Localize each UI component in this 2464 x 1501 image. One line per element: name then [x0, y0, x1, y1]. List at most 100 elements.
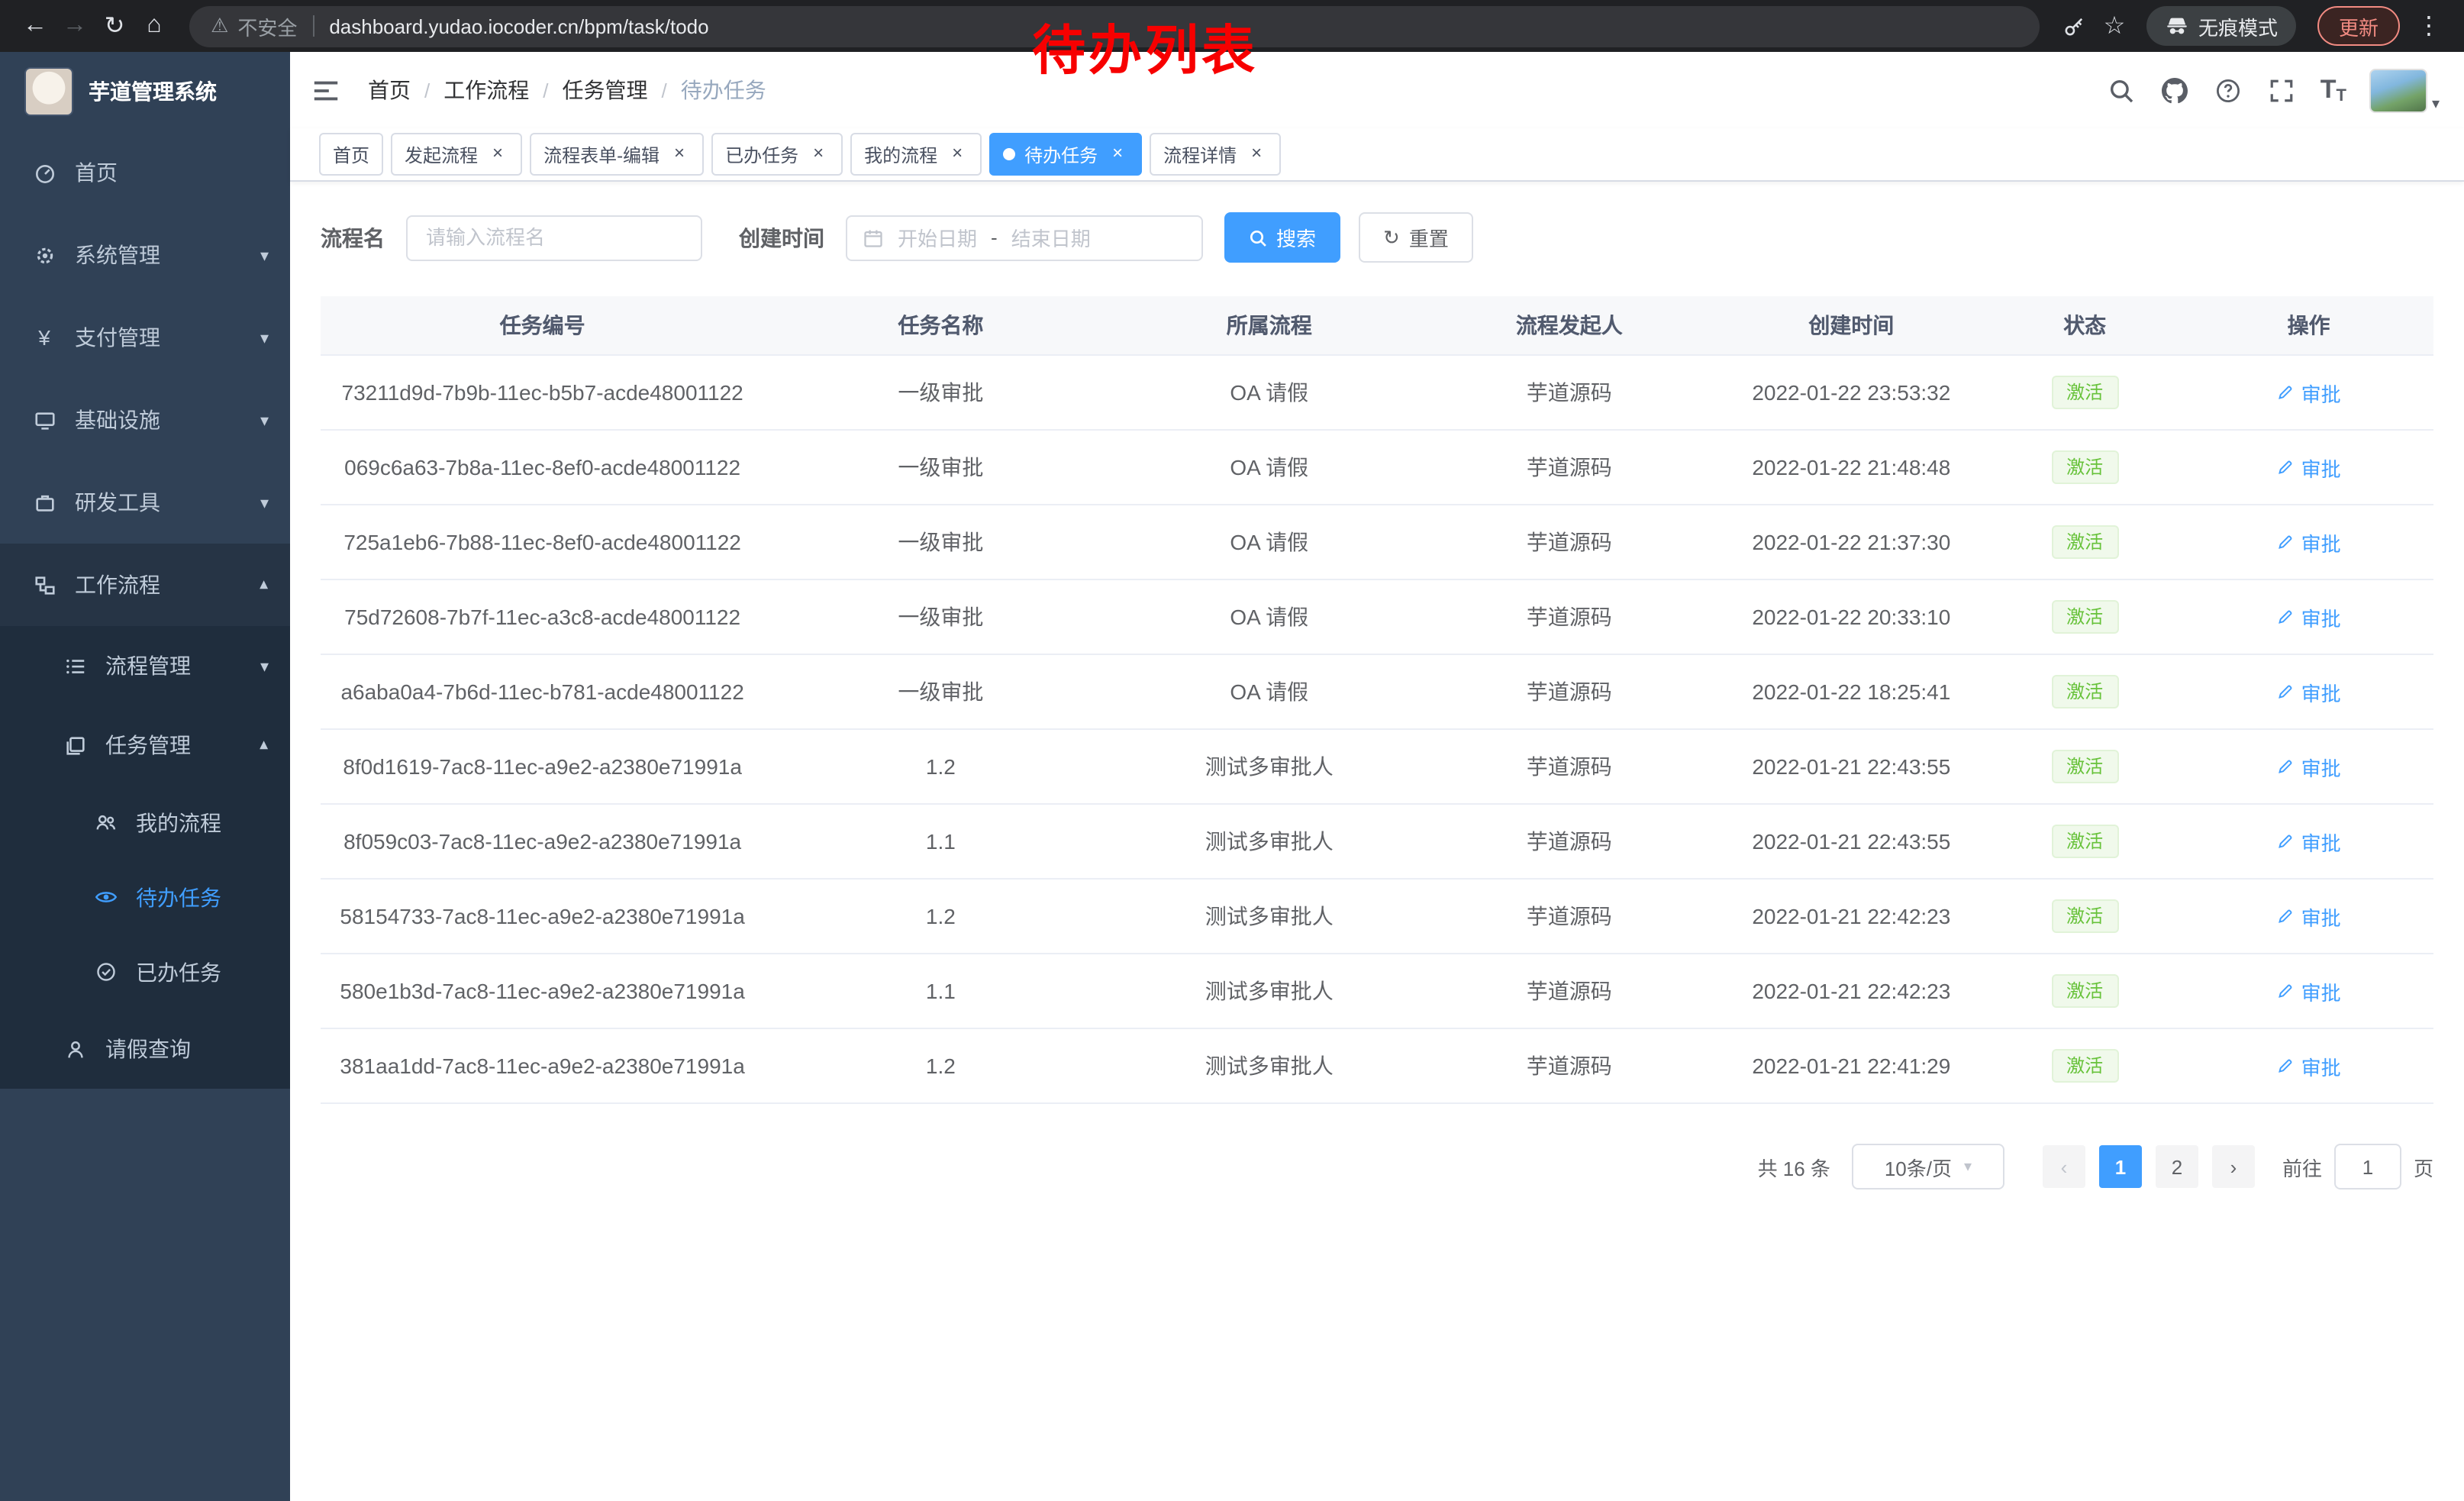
sidebar-item-workflow[interactable]: 工作流程 ▾: [0, 544, 290, 626]
sidebar-item-devtools[interactable]: 研发工具 ▾: [0, 461, 290, 544]
process-name-label: 流程名: [321, 222, 385, 253]
sidebar-item-system[interactable]: 系统管理 ▾: [0, 214, 290, 296]
fullscreen-icon[interactable]: [2267, 75, 2298, 105]
approve-button[interactable]: 审批: [2277, 453, 2341, 482]
prev-page-button[interactable]: ‹: [2043, 1145, 2085, 1188]
cell-task-id: 8f0d1619-7ac8-11ec-a9e2-a2380e71991a: [321, 754, 764, 779]
approve-button[interactable]: 审批: [2277, 378, 2341, 407]
cell-status: 激活: [1985, 675, 2184, 709]
cell-status: 激活: [1985, 1049, 2184, 1083]
cell-task-id: 75d72608-7b7f-11ec-a3c8-acde48001122: [321, 605, 764, 629]
sidebar-item-process-mgmt[interactable]: 流程管理 ▾: [0, 626, 290, 705]
edit-icon: [2277, 907, 2295, 925]
goto-page-input[interactable]: [2334, 1144, 2401, 1190]
search-button[interactable]: 搜索: [1224, 212, 1340, 263]
cell-task-id: 580e1b3d-7ac8-11ec-a9e2-a2380e71991a: [321, 979, 764, 1003]
browser-menu-icon[interactable]: ⋮: [2409, 6, 2449, 46]
tab-home[interactable]: 首页: [319, 133, 383, 176]
cell-initiator: 芋道源码: [1421, 676, 1717, 707]
search-icon[interactable]: [2107, 75, 2137, 105]
pagination: 共 16 条 10条/页 ▾ ‹ 1 2 › 前往 页: [321, 1144, 2433, 1190]
cell-process: 测试多审批人: [1118, 1051, 1422, 1081]
table-row: 381aa1dd-7ac8-11ec-a9e2-a2380e71991a 1.2…: [321, 1029, 2433, 1104]
reload-icon[interactable]: ↻: [95, 6, 134, 46]
approve-button[interactable]: 审批: [2277, 528, 2341, 557]
sidebar-item-label: 任务管理: [105, 730, 191, 760]
forward-icon[interactable]: →: [55, 6, 95, 46]
breadcrumb-item[interactable]: 任务管理: [563, 75, 648, 105]
next-page-button[interactable]: ›: [2212, 1145, 2255, 1188]
process-name-input[interactable]: [406, 215, 702, 260]
page-2-button[interactable]: 2: [2156, 1145, 2198, 1188]
sidebar-collapse-icon[interactable]: [290, 76, 353, 105]
cell-task-name: 一级审批: [764, 602, 1117, 632]
approve-button[interactable]: 审批: [2277, 902, 2341, 931]
breadcrumb-item[interactable]: 工作流程: [443, 75, 529, 105]
breadcrumb-item[interactable]: 首页: [368, 75, 411, 105]
cell-process: OA 请假: [1118, 527, 1422, 557]
sidebar-item-label: 系统管理: [75, 240, 160, 270]
cell-initiator: 芋道源码: [1421, 452, 1717, 483]
cell-task-name: 一级审批: [764, 452, 1117, 483]
task-table: 任务编号 任务名称 所属流程 流程发起人 创建时间 状态 操作 73211d9d…: [321, 296, 2433, 1104]
tab-start-process[interactable]: 发起流程×: [391, 133, 522, 176]
close-icon[interactable]: ×: [947, 144, 968, 165]
sidebar-item-task-mgmt[interactable]: 任务管理 ▾: [0, 705, 290, 785]
approve-button[interactable]: 审批: [2277, 602, 2341, 631]
incognito-icon: [2165, 14, 2189, 38]
tab-form-edit[interactable]: 流程表单-编辑×: [530, 133, 704, 176]
cell-created: 2022-01-22 21:37:30: [1717, 530, 1986, 554]
check-circle-icon: [92, 960, 119, 984]
approve-button[interactable]: 审批: [2277, 752, 2341, 781]
back-icon[interactable]: ←: [15, 6, 55, 46]
key-icon[interactable]: [2055, 6, 2095, 46]
sidebar-item-todo-task[interactable]: 待办任务: [0, 860, 290, 934]
header-actions: TT ▾: [2107, 68, 2464, 112]
sidebar-item-home[interactable]: 首页: [0, 131, 290, 214]
cell-status: 激活: [1985, 376, 2184, 409]
tab-done-tasks[interactable]: 已办任务×: [711, 133, 843, 176]
sidebar-item-leave-query[interactable]: 请假查询: [0, 1009, 290, 1089]
cell-initiator: 芋道源码: [1421, 826, 1717, 857]
chevron-down-icon: ▾: [260, 245, 269, 265]
chevron-down-icon: ▾: [260, 492, 269, 512]
font-size-icon[interactable]: TT: [2320, 75, 2346, 105]
tab-todo-tasks[interactable]: 待办任务×: [989, 133, 1142, 176]
sidebar-item-my-process[interactable]: 我的流程: [0, 785, 290, 860]
tab-process-detail[interactable]: 流程详情×: [1150, 133, 1281, 176]
close-icon[interactable]: ×: [669, 144, 690, 165]
cell-initiator: 芋道源码: [1421, 1051, 1717, 1081]
close-icon[interactable]: ×: [808, 144, 829, 165]
close-icon[interactable]: ×: [1246, 144, 1267, 165]
page-1-button[interactable]: 1: [2099, 1145, 2142, 1188]
chevron-down-icon: ▾: [2432, 95, 2440, 112]
approve-button[interactable]: 审批: [2277, 827, 2341, 856]
close-icon[interactable]: ×: [1107, 144, 1128, 165]
sidebar-item-infra[interactable]: 基础设施 ▾: [0, 379, 290, 461]
approve-button[interactable]: 审批: [2277, 677, 2341, 706]
github-icon[interactable]: [2160, 75, 2191, 105]
approve-button[interactable]: 审批: [2277, 1051, 2341, 1080]
main-content: 首页 / 工作流程 / 任务管理 / 待办任务 TT ▾: [290, 52, 2464, 1501]
cell-process: OA 请假: [1118, 602, 1422, 632]
approve-button[interactable]: 审批: [2277, 976, 2341, 1006]
sidebar-item-payment[interactable]: ¥ 支付管理 ▾: [0, 296, 290, 379]
reset-button[interactable]: ↻ 重置: [1359, 212, 1473, 263]
update-button[interactable]: 更新: [2317, 6, 2400, 46]
edit-icon: [2277, 832, 2295, 851]
close-icon[interactable]: ×: [487, 144, 508, 165]
page-size-select[interactable]: 10条/页 ▾: [1852, 1144, 2004, 1190]
star-icon[interactable]: ☆: [2095, 6, 2134, 46]
goto-page: 前往 页: [2282, 1144, 2433, 1190]
tab-my-process[interactable]: 我的流程×: [850, 133, 982, 176]
status-badge: 激活: [2051, 600, 2118, 634]
app-logo[interactable]: 芋道管理系统: [0, 52, 290, 131]
date-range-picker[interactable]: 开始日期 - 结束日期: [846, 215, 1203, 260]
help-icon[interactable]: [2214, 75, 2244, 105]
cell-action: 审批: [2184, 602, 2433, 631]
sidebar-item-done-task[interactable]: 已办任务: [0, 934, 290, 1009]
home-icon[interactable]: ⌂: [134, 6, 174, 46]
cell-action: 审批: [2184, 378, 2433, 407]
column-header: 流程发起人: [1421, 310, 1717, 341]
user-menu[interactable]: ▾: [2369, 68, 2440, 112]
